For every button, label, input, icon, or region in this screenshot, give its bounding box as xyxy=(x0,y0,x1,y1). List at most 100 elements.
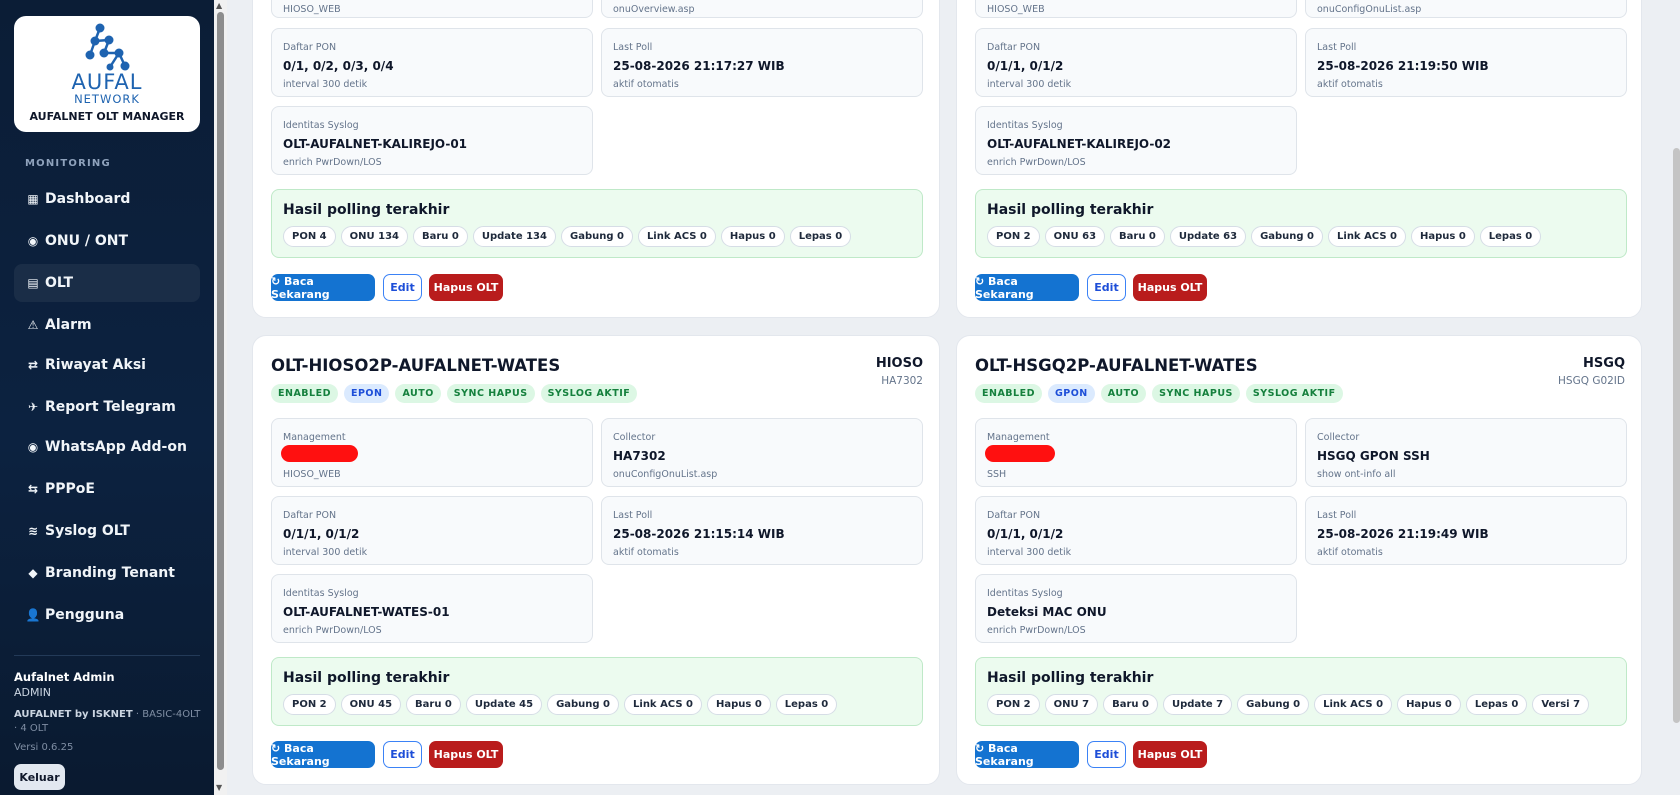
syslog-enrich: enrich PwrDown/LOS xyxy=(987,157,1086,168)
syslog-identity-box: Identitas Syslog Deteksi MAC ONU enrich … xyxy=(975,574,1297,643)
delete-olt-button[interactable]: Hapus OLT xyxy=(1133,741,1207,768)
poll-stats: PON 2 ONU 7 Baru 0 Update 7 Gabung 0 Lin… xyxy=(987,694,1590,715)
user-icon: 👤 xyxy=(25,608,41,622)
sidebar-item-report-telegram[interactable]: ✈ Report Telegram xyxy=(14,388,200,426)
app-name: AUFALNET OLT MANAGER xyxy=(29,110,185,123)
sidebar-item-whatsapp-addon[interactable]: ◉ WhatsApp Add-on xyxy=(14,428,200,466)
collector-box: Collector HA7302 onuConfigOnuList.asp xyxy=(601,418,923,487)
delete-olt-button[interactable]: Hapus OLT xyxy=(429,274,503,301)
stat-versi: Versi 7 xyxy=(1532,694,1590,715)
management-box: HIOSO_WEB xyxy=(975,0,1297,18)
delete-olt-button[interactable]: Hapus OLT xyxy=(429,741,503,768)
read-now-button[interactable]: ↻ Baca Sekarang xyxy=(975,741,1079,768)
olt-model: HSGQ G02ID xyxy=(1558,375,1625,387)
aufal-logo-icon xyxy=(85,23,130,71)
pon-interval: interval 300 detik xyxy=(987,547,1072,558)
collector-endpoint: onuOverview.asp xyxy=(613,4,695,15)
stat-hapus: Hapus 0 xyxy=(706,694,771,715)
edit-button[interactable]: Edit xyxy=(1087,274,1126,301)
status-badge-pon-type: EPON xyxy=(343,384,390,403)
stat-baru: Baru 0 xyxy=(1110,226,1165,247)
scroll-down-arrow-icon[interactable]: ▼ xyxy=(216,783,222,792)
stat-lepas: Lepas 0 xyxy=(1479,226,1542,247)
collector-box: onuOverview.asp xyxy=(601,0,923,18)
nav-section-monitoring: MONITORING xyxy=(25,158,111,169)
sidebar-item-riwayat-aksi[interactable]: ⇄ Riwayat Aksi xyxy=(14,346,200,384)
edit-button[interactable]: Edit xyxy=(383,741,422,768)
last-poll-mode: aktif otomatis xyxy=(1317,547,1383,558)
poll-result-title: Hasil polling terakhir xyxy=(283,202,450,218)
collector-endpoint: onuConfigOnuList.asp xyxy=(1317,4,1422,15)
collector-box: Collector HSGQ GPON SSH show ont-info al… xyxy=(1305,418,1627,487)
tenant-name: AUFALNET by ISKNET xyxy=(14,709,133,720)
pon-list-value: 0/1/1, 0/1/2 xyxy=(987,59,1064,73)
sidebar-item-alarm[interactable]: ⚠ Alarm xyxy=(14,306,200,344)
pon-list-label: Daftar PON xyxy=(283,42,337,53)
read-now-button[interactable]: ↻ Baca Sekarang xyxy=(271,274,375,301)
pon-list-box: Daftar PON 0/1, 0/2, 0/3, 0/4 interval 3… xyxy=(271,28,593,97)
sidebar-scrollbar[interactable]: ▲ ▼ xyxy=(214,0,227,795)
syslog-identity-value: OLT-AUFALNET-WATES-01 xyxy=(283,605,450,619)
syslog-identity-label: Identitas Syslog xyxy=(987,120,1063,131)
logo-word: AUFAL xyxy=(71,70,143,94)
sidebar-item-pengguna[interactable]: 👤 Pengguna xyxy=(14,596,200,634)
sidebar-item-label: PPPoE xyxy=(45,481,95,497)
edit-button[interactable]: Edit xyxy=(383,274,422,301)
poll-stats: PON 2 ONU 63 Baru 0 Update 63 Gabung 0 L… xyxy=(987,226,1542,247)
olt-vendor: HSGQ xyxy=(1583,356,1625,371)
stat-update: Update 134 xyxy=(472,226,556,247)
last-poll-label: Last Poll xyxy=(1317,510,1357,521)
stat-hapus: Hapus 0 xyxy=(720,226,785,247)
last-poll-value: 25-08-2026 21:17:27 WIB xyxy=(613,59,785,73)
stat-pon: PON 2 xyxy=(987,226,1040,247)
sidebar-item-olt[interactable]: ▤ OLT xyxy=(14,264,200,302)
history-icon: ⇄ xyxy=(27,358,39,372)
app-version: Versi 0.6.25 xyxy=(14,742,74,753)
collector-label: Collector xyxy=(613,432,656,443)
collector-value: HA7302 xyxy=(613,449,666,463)
brand-logo-card[interactable]: AUFAL NETWORK AUFALNET OLT MANAGER xyxy=(14,16,200,132)
sidebar-item-syslog-olt[interactable]: ≋ Syslog OLT xyxy=(14,512,200,550)
sidebar-item-dashboard[interactable]: ▦ Dashboard xyxy=(14,180,200,218)
poll-result-title: Hasil polling terakhir xyxy=(283,670,450,686)
scroll-up-arrow-icon[interactable]: ▲ xyxy=(216,1,222,10)
management-label: Management xyxy=(283,432,346,443)
sidebar-divider xyxy=(14,655,200,656)
last-poll-box: Last Poll 25-08-2026 21:19:50 WIB aktif … xyxy=(1305,28,1627,97)
sidebar-item-label: WhatsApp Add-on xyxy=(45,439,187,455)
last-poll-box: Last Poll 25-08-2026 21:17:27 WIB aktif … xyxy=(601,28,923,97)
stat-gabung: Gabung 0 xyxy=(547,694,620,715)
stat-baru: Baru 0 xyxy=(1103,694,1158,715)
syslog-identity-value: Deteksi MAC ONU xyxy=(987,605,1107,619)
olt-vendor: HIOSO xyxy=(875,356,923,371)
sidebar-item-onu-ont[interactable]: ◉ ONU / ONT xyxy=(14,222,200,260)
telegram-icon: ✈ xyxy=(27,400,39,414)
stat-onu: ONU 134 xyxy=(340,226,408,247)
page-scrollbar-thumb[interactable] xyxy=(1673,148,1680,723)
collector-value: HSGQ GPON SSH xyxy=(1317,449,1430,463)
syslog-icon: ≋ xyxy=(27,524,39,538)
sidebar-item-branding-tenant[interactable]: ◆ Branding Tenant xyxy=(14,554,200,592)
delete-olt-button[interactable]: Hapus OLT xyxy=(1133,274,1207,301)
sidebar-item-label: ONU / ONT xyxy=(45,233,129,249)
scrollbar-thumb[interactable] xyxy=(217,12,224,770)
stat-pon: PON 2 xyxy=(283,694,336,715)
olt-status-badges: ENABLED GPON AUTO SYNC HAPUS SYSLOG AKTI… xyxy=(975,384,1343,403)
read-now-button[interactable]: ↻ Baca Sekarang xyxy=(975,274,1079,301)
sidebar-item-pppoe[interactable]: ⇆ PPPoE xyxy=(14,470,200,508)
sidebar-item-label: Alarm xyxy=(45,317,92,333)
stat-gabung: Gabung 0 xyxy=(1237,694,1310,715)
edit-button[interactable]: Edit xyxy=(1087,741,1126,768)
olt-card-title: OLT-HSGQ2P-AUFALNET-WATES xyxy=(975,356,1258,375)
logout-button[interactable]: Keluar xyxy=(14,764,65,790)
stat-update: Update 63 xyxy=(1169,226,1247,247)
poll-result-panel: Hasil polling terakhir PON 2 ONU 45 Baru… xyxy=(271,657,923,726)
redacted-ip xyxy=(985,445,1055,462)
stat-link-acs: Link ACS 0 xyxy=(624,694,702,715)
sidebar: AUFAL NETWORK AUFALNET OLT MANAGER MONIT… xyxy=(0,0,214,795)
poll-result-panel: Hasil polling terakhir PON 2 ONU 63 Baru… xyxy=(975,189,1627,258)
status-badge-enabled: ENABLED xyxy=(975,384,1042,403)
read-now-button[interactable]: ↻ Baca Sekarang xyxy=(271,741,375,768)
syslog-identity-box: Identitas Syslog OLT-AUFALNET-KALIREJO-0… xyxy=(975,106,1297,175)
branding-icon: ◆ xyxy=(28,566,38,580)
